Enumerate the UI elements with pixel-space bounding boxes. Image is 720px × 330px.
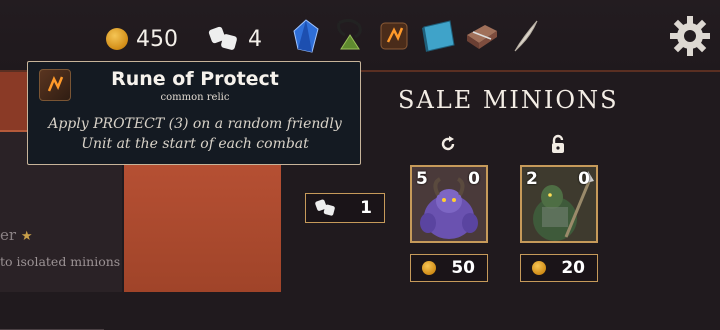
reroll-button[interactable]: 1 bbox=[305, 193, 385, 223]
minion-2-defense: 0 bbox=[578, 169, 590, 189]
reroll-dice-icon bbox=[314, 198, 337, 217]
price-coin-icon bbox=[532, 261, 546, 275]
tooltip-description: Apply PROTECT (3) on a random friendly U… bbox=[38, 114, 352, 154]
minion-1-price-value: 50 bbox=[451, 258, 475, 278]
minion-card-2[interactable]: 2 0 bbox=[520, 165, 598, 243]
refresh-icon[interactable] bbox=[439, 135, 457, 153]
chest-icon[interactable] bbox=[464, 18, 500, 54]
minion-1-defense: 0 bbox=[468, 169, 480, 189]
minion-2-attack: 2 bbox=[526, 169, 538, 189]
lock-open-icon[interactable] bbox=[549, 134, 567, 153]
minion-1-attack: 5 bbox=[416, 169, 428, 189]
gold-counter: 450 bbox=[106, 26, 178, 52]
left-panel-text: to isolated minions bbox=[0, 254, 121, 269]
tooltip-title: Rune of Protect bbox=[111, 68, 279, 90]
tooltip-subtitle: common relic bbox=[160, 92, 230, 103]
minion-1-price[interactable]: 50 bbox=[410, 254, 488, 282]
settings-gear-icon[interactable] bbox=[668, 14, 712, 58]
sale-minions-title: SALE MINIONS bbox=[398, 86, 619, 114]
dice-counter: 4 bbox=[208, 26, 262, 52]
dice-amount: 4 bbox=[248, 26, 262, 52]
blue-crystal-icon[interactable] bbox=[288, 18, 324, 54]
minion-card-1[interactable]: 5 0 bbox=[410, 165, 488, 243]
reroll-cost: 1 bbox=[360, 198, 372, 218]
relic-tooltip: Rune of Protect common relic Apply PROTE… bbox=[27, 61, 361, 165]
top-bar: 450 4 bbox=[0, 0, 720, 70]
pendant-icon[interactable] bbox=[332, 18, 368, 54]
feather-icon[interactable] bbox=[508, 18, 544, 54]
blue-tome-icon[interactable] bbox=[420, 18, 456, 54]
minion-2-price[interactable]: 20 bbox=[520, 254, 598, 282]
minion-2-price-value: 20 bbox=[561, 258, 585, 278]
price-coin-icon bbox=[422, 261, 436, 275]
gold-coin-icon bbox=[106, 28, 128, 50]
left-panel-name: er ★ bbox=[0, 226, 33, 244]
gold-amount: 450 bbox=[136, 26, 178, 52]
rune-of-protect-icon[interactable] bbox=[376, 18, 412, 54]
relic-bar bbox=[288, 18, 544, 54]
tooltip-line-1: Apply PROTECT (3) on a random friendly bbox=[48, 116, 342, 132]
tooltip-line-2: Unit at the start of each combat bbox=[81, 136, 309, 152]
dice-icon bbox=[208, 26, 240, 52]
